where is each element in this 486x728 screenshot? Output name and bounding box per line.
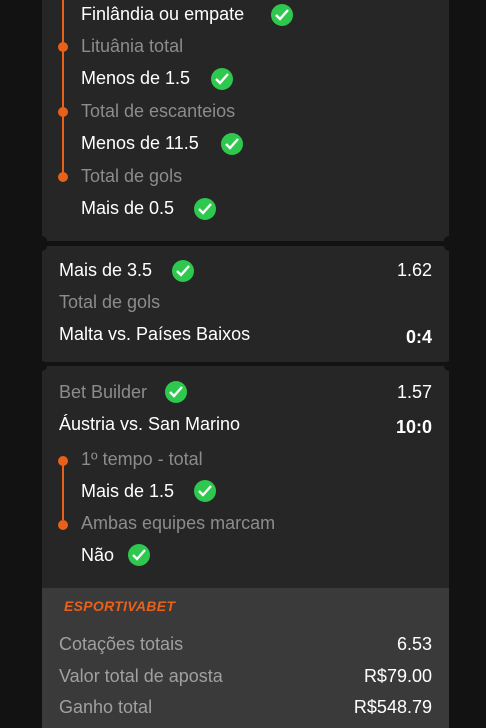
check-icon (194, 198, 216, 220)
check-icon (221, 133, 243, 155)
odds-value: 1.57 (396, 382, 432, 402)
market-label: 1º tempo - total (81, 449, 203, 469)
market-label: Ambas equipes marcam (81, 513, 276, 533)
selection-label: Menos de 1.5 (81, 68, 191, 88)
bet-card-austria: Bet Builder 1.57 Áustria vs. San Marino … (37, 361, 454, 588)
selection-label: Não (81, 545, 115, 565)
bet-summary: ESPORTIVABET Cotações totais 6.53 Valor … (42, 588, 449, 728)
selection-label: Finlândia ou empate (81, 4, 245, 24)
check-icon (194, 480, 216, 502)
selection-label: Menos de 11.5 (81, 133, 199, 153)
timeline-dot (58, 107, 68, 117)
match-score: 10:0 (395, 417, 432, 437)
stake-value: R$79.00 (363, 666, 432, 686)
total-win-label: Ganho total (59, 697, 153, 717)
brand-logo: ESPORTIVABET (64, 598, 176, 614)
check-icon (172, 260, 194, 282)
selection-label: Mais de 3.5 (59, 260, 153, 280)
selection-label: Mais de 1.5 (81, 481, 175, 501)
market-label: Lituânia total (81, 36, 184, 56)
timeline-dot (58, 172, 68, 182)
timeline-dot (58, 456, 68, 466)
match-name: Malta vs. Países Baixos (59, 324, 251, 344)
check-icon (165, 381, 187, 403)
match-name: Áustria vs. San Marino (59, 414, 241, 434)
match-score: 0:4 (405, 327, 432, 347)
market-label: Total de gols (81, 166, 183, 186)
selection-label: Mais de 0.5 (81, 198, 175, 218)
stake-label: Valor total de aposta (59, 666, 223, 686)
odds-value: 1.62 (396, 260, 432, 280)
total-win-value: R$548.79 (353, 697, 432, 717)
timeline-dot (58, 520, 68, 530)
check-icon (211, 68, 233, 90)
timeline-line (62, 0, 64, 176)
market-label: Total de escanteios (81, 101, 236, 121)
bet-type-label: Bet Builder (59, 382, 148, 402)
market-label: Total de gols (59, 292, 161, 312)
bet-card-finlandia: Finlândia ou empate Lituânia total Menos… (37, 0, 454, 246)
total-odds-label: Cotações totais (59, 634, 184, 654)
check-icon (271, 4, 293, 26)
total-odds-value: 6.53 (396, 634, 432, 654)
bet-card-malta: Mais de 3.5 1.62 Total de gols Malta vs.… (37, 241, 454, 362)
check-icon (128, 544, 150, 566)
timeline-line (62, 460, 64, 520)
timeline-dot (58, 42, 68, 52)
